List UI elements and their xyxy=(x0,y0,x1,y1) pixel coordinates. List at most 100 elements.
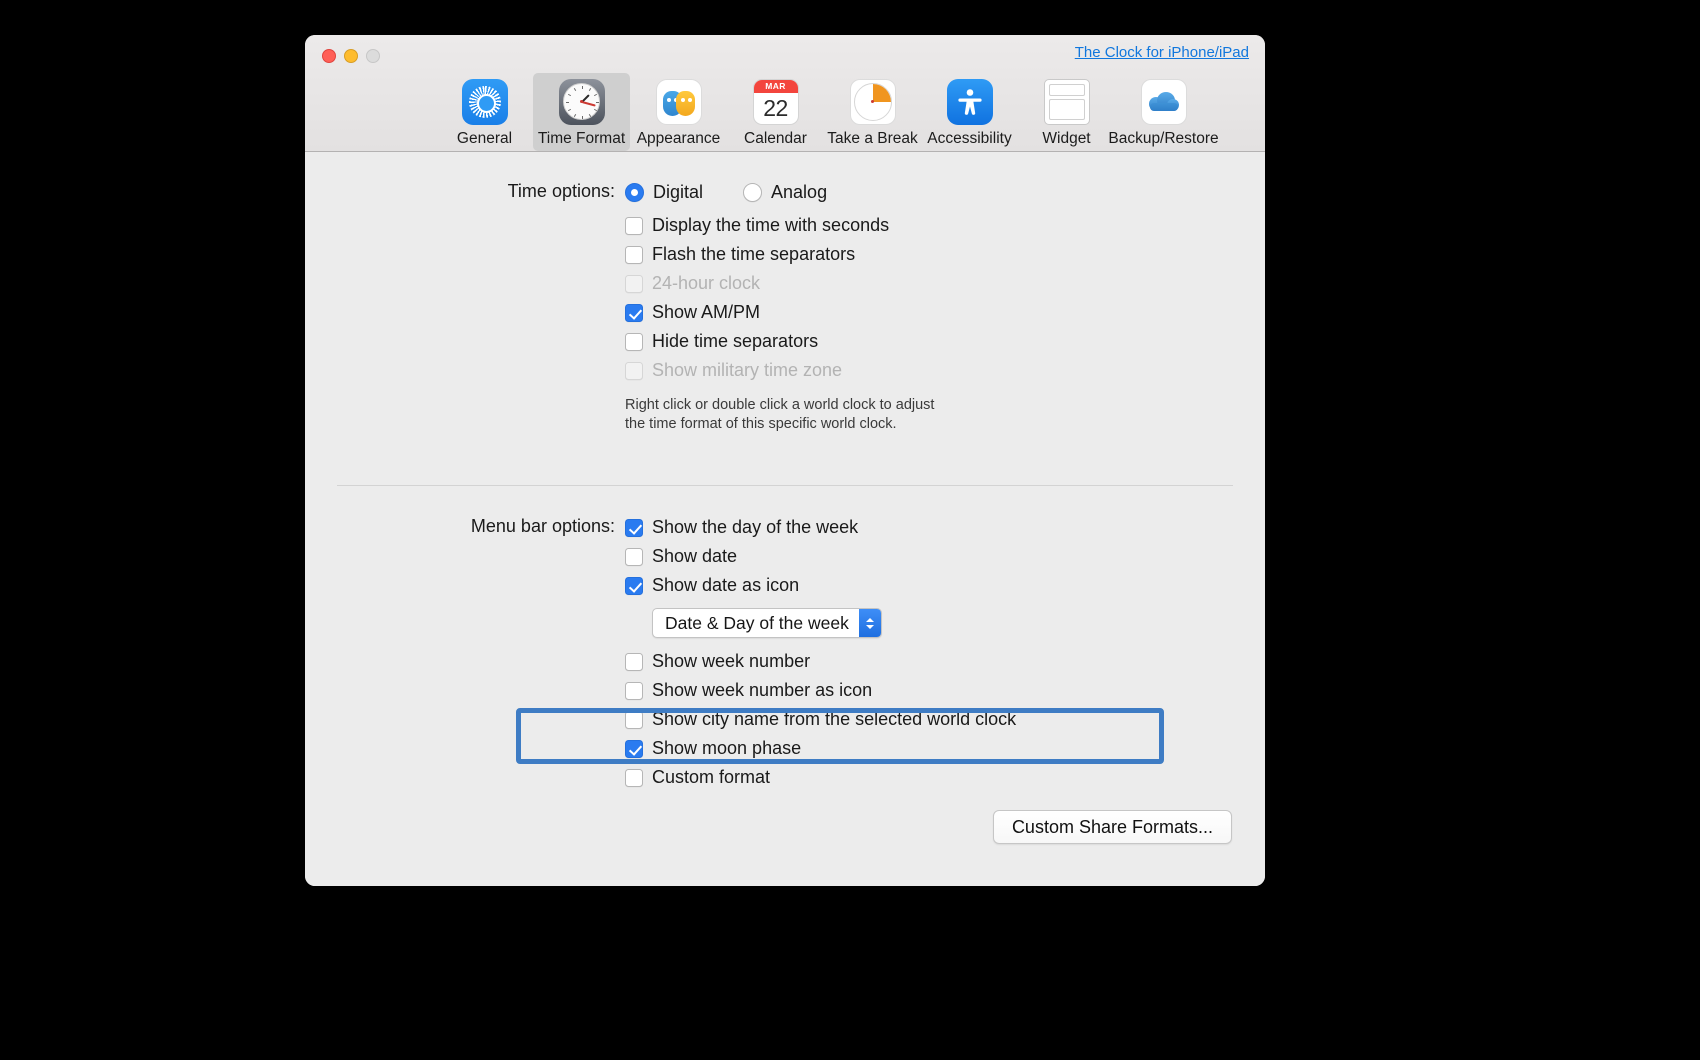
menu-bar-options-label: Menu bar options: xyxy=(470,516,615,536)
checkbox-custom-format-label: Custom format xyxy=(652,767,771,787)
checkbox-show-military-time-zone-label: Show military time zone xyxy=(652,360,843,380)
date-format-popup-button[interactable]: Date & Day of the week xyxy=(652,608,882,638)
checkbox-show-moon-phase[interactable]: Show moon phase xyxy=(625,734,1016,763)
checkbox-show-moon-phase-box xyxy=(625,739,643,758)
checkbox-show-week-number-as-icon-box xyxy=(625,681,643,700)
time-options-radio-group: Digital Analog xyxy=(625,178,934,207)
minimize-button[interactable] xyxy=(344,49,358,63)
tab-accessibility[interactable]: Accessibility xyxy=(921,73,1018,151)
radio-digital-indicator xyxy=(625,183,644,202)
time-options-hint: Right click or double click a world cloc… xyxy=(625,396,934,434)
tab-calendar-label: Calendar xyxy=(744,130,807,147)
tab-widget-label: Widget xyxy=(1042,130,1091,147)
checkbox-flash-separators-label: Flash the time separators xyxy=(652,244,856,264)
footer-actions: Custom Share Formats... xyxy=(992,810,1232,844)
tab-widget[interactable]: Widget xyxy=(1018,73,1115,151)
time-format-panel: Time options: Digital Analog Display the… xyxy=(305,152,1265,886)
checkbox-show-date-as-icon-label: Show date as icon xyxy=(652,575,800,595)
tab-general[interactable]: General xyxy=(436,73,533,151)
calendar-icon: MAR 22 xyxy=(751,77,800,126)
preferences-window: The Clock for iPhone/iPad General Time F… xyxy=(305,35,1265,886)
checkbox-show-date[interactable]: Show date xyxy=(625,542,1016,571)
time-options-hint-line-2: the time format of this specific world c… xyxy=(625,416,897,432)
checkbox-show-military-time-zone: Show military time zone xyxy=(625,356,934,385)
checkbox-hide-time-separators-box xyxy=(625,332,643,351)
checkbox-custom-format-box xyxy=(625,768,643,787)
checkbox-show-day-of-week-label: Show the day of the week xyxy=(652,517,859,537)
window-titlebar: The Clock for iPhone/iPad General Time F… xyxy=(305,35,1265,152)
custom-share-formats-button[interactable]: Custom Share Formats... xyxy=(992,810,1232,844)
checkbox-show-city-name-label: Show city name from the selected world c… xyxy=(652,709,1017,729)
checkbox-show-am-pm-box xyxy=(625,303,643,322)
checkbox-show-city-name-box xyxy=(625,710,643,729)
checkbox-show-military-time-zone-box xyxy=(625,361,643,380)
accessibility-icon xyxy=(945,77,994,126)
checkbox-show-date-as-icon-box xyxy=(625,576,643,595)
preferences-toolbar: General Time Format Appearance MAR 22 Ca… xyxy=(305,73,1265,151)
tab-take-a-break-label: Take a Break xyxy=(827,130,918,147)
time-options-section: Time options: Digital Analog Display the… xyxy=(305,178,1265,434)
checkbox-flash-separators-box xyxy=(625,245,643,264)
checkbox-24-hour-clock-label: 24-hour clock xyxy=(652,273,761,293)
checkbox-show-city-name[interactable]: Show city name from the selected world c… xyxy=(625,705,1016,734)
tab-accessibility-label: Accessibility xyxy=(927,130,1012,147)
clock-icon xyxy=(557,77,606,126)
tab-take-a-break[interactable]: Take a Break xyxy=(824,73,921,151)
radio-analog[interactable]: Analog xyxy=(743,182,827,203)
checkbox-show-moon-phase-label: Show moon phase xyxy=(652,738,802,758)
zoom-button[interactable] xyxy=(366,49,380,63)
checkbox-hide-time-separators[interactable]: Hide time separators xyxy=(625,327,934,356)
screenshot-root: The Clock for iPhone/iPad General Time F… xyxy=(0,0,1700,1060)
tab-time-format[interactable]: Time Format xyxy=(533,73,630,151)
calendar-icon-month: MAR xyxy=(753,79,798,93)
widget-icon xyxy=(1042,77,1091,126)
calendar-icon-day: 22 xyxy=(763,94,788,121)
tab-appearance-label: Appearance xyxy=(636,130,721,147)
tab-general-label: General xyxy=(456,130,513,147)
checkbox-show-week-number-label: Show week number xyxy=(652,651,811,671)
section-divider xyxy=(337,485,1233,486)
checkbox-display-seconds-box xyxy=(625,216,643,235)
tab-backup-restore-label: Backup/Restore xyxy=(1108,130,1219,147)
date-format-popup-value: Date & Day of the week xyxy=(665,612,849,633)
checkbox-show-week-number[interactable]: Show week number xyxy=(625,647,1016,676)
timer-icon xyxy=(848,77,897,126)
checkbox-show-date-box xyxy=(625,547,643,566)
radio-analog-label: Analog xyxy=(771,182,828,202)
time-options-label: Time options: xyxy=(507,181,615,201)
the-clock-for-iphone-ipad-link[interactable]: The Clock for iPhone/iPad xyxy=(1075,44,1249,61)
checkbox-custom-format[interactable]: Custom format xyxy=(625,763,1016,792)
tab-backup-restore[interactable]: Backup/Restore xyxy=(1108,73,1219,151)
checkbox-24-hour-clock: 24-hour clock xyxy=(625,269,934,298)
checkbox-show-date-as-icon[interactable]: Show date as icon xyxy=(625,571,1016,600)
checkbox-display-seconds-label: Display the time with seconds xyxy=(652,215,890,235)
checkbox-show-am-pm[interactable]: Show AM/PM xyxy=(625,298,934,327)
radio-digital-label: Digital xyxy=(653,182,704,202)
radio-digital[interactable]: Digital xyxy=(625,182,703,203)
cloud-icon xyxy=(1139,77,1188,126)
checkbox-show-day-of-week[interactable]: Show the day of the week xyxy=(625,513,1016,542)
checkbox-show-date-label: Show date xyxy=(652,546,738,566)
gear-icon xyxy=(460,77,509,126)
tab-time-format-label: Time Format xyxy=(537,130,626,147)
window-controls xyxy=(322,49,380,63)
tab-calendar[interactable]: MAR 22 Calendar xyxy=(727,73,824,151)
theater-masks-icon xyxy=(654,77,703,126)
checkbox-show-week-number-as-icon[interactable]: Show week number as icon xyxy=(625,676,1016,705)
checkbox-hide-time-separators-label: Hide time separators xyxy=(652,331,819,351)
checkbox-display-seconds[interactable]: Display the time with seconds xyxy=(625,211,934,240)
time-options-hint-line-1: Right click or double click a world cloc… xyxy=(625,397,935,413)
close-button[interactable] xyxy=(322,49,336,63)
checkbox-flash-separators[interactable]: Flash the time separators xyxy=(625,240,934,269)
checkbox-show-week-number-as-icon-label: Show week number as icon xyxy=(652,680,873,700)
tab-appearance[interactable]: Appearance xyxy=(630,73,727,151)
checkbox-show-day-of-week-box xyxy=(625,518,643,537)
checkbox-24-hour-clock-box xyxy=(625,274,643,293)
menu-bar-options-controls: Show the day of the week Show date Show … xyxy=(625,513,1016,792)
date-format-popup-wrap: Date & Day of the week xyxy=(652,608,1016,638)
time-options-controls: Digital Analog Display the time with sec… xyxy=(625,178,934,434)
radio-analog-indicator xyxy=(743,183,763,202)
chevron-up-down-icon xyxy=(858,609,881,637)
menu-bar-options-section: Menu bar options: Show the day of the we… xyxy=(305,513,1265,792)
checkbox-show-week-number-box xyxy=(625,652,643,671)
